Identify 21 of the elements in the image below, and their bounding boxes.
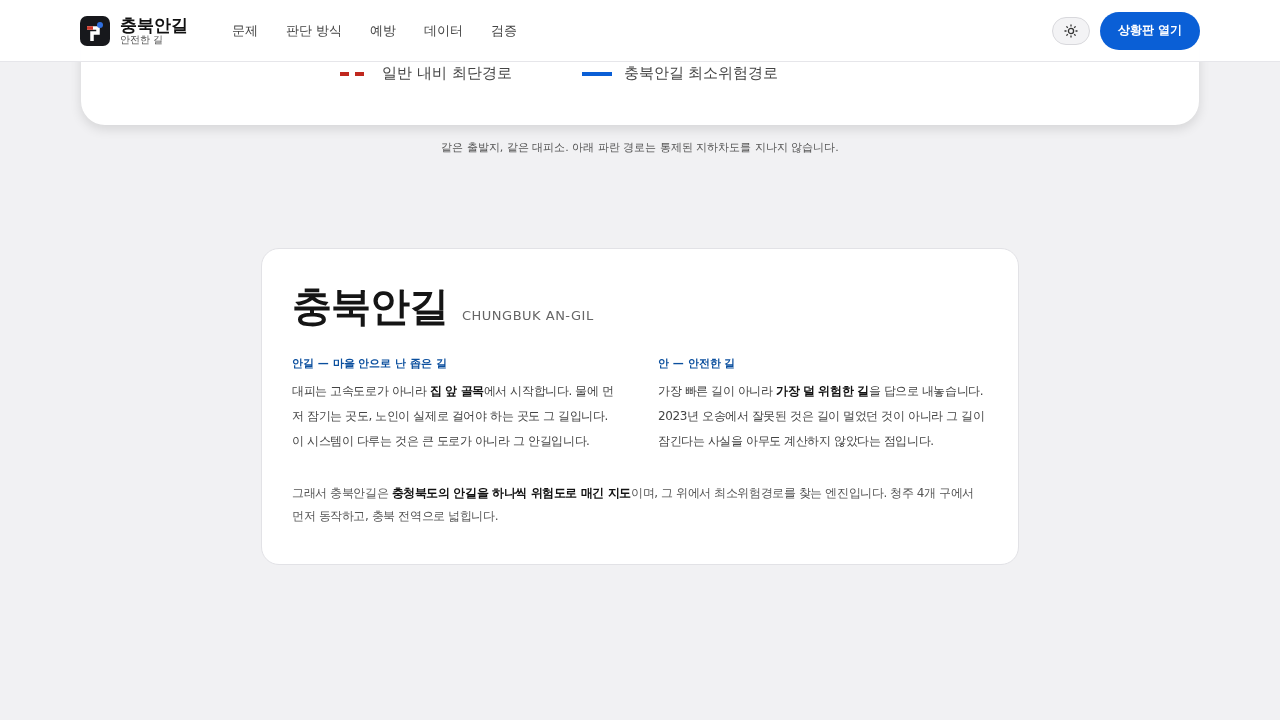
nav-link[interactable]: 예방 [370,21,397,40]
nav-link[interactable]: 검증 [491,21,518,40]
open-dashboard-button[interactable]: 상황판 열기 [1099,11,1200,50]
nav-link[interactable]: 판단 방식 [286,21,343,40]
column-heading: 안 — 안전한 길 [658,356,737,371]
sun-icon [1063,23,1078,38]
nav-link[interactable]: 문제 [232,21,258,40]
legend-label: 일반 내비 최단경로 [382,64,512,83]
column-text: 가장 빠른 길이 아니라 가장 덜 위험한 길을 답으로 내놓습니다. 2023년 오송에서 잘못된 것은 길이 멀었던 것이 아니라 그 길이 잠긴다는 사실을 아무도 계산하지 않았다는 점입니다. [658,383,986,450]
column-text: 대피는 고속도로가 아니라 집 앞 골목에서 시작합니다. 물에 먼저 잠기는 곳도, 노인이 실제로 걸어야 하는 곳도 그 길입니다. 이 시스템이 다루는 것은 큰 도로가 아니라 그 안길입니다. [292,383,615,450]
map-caption: 같은 출발지, 같은 대피소. 아래 파란 경로는 통제된 지하차도를 지나지 않습니다. [440,140,840,155]
summary-text: 그래서 충북안길은 충청북도의 안길을 하나씩 위험도로 매긴 지도이며, 그 위에서 최소위험경로를 찾는 엔진입니다. 청주 4개 구에서 먼저 동작하고, 충북 전역으로 넓힙니다. [292,485,975,525]
brand-tagline: 안전한 길 [120,34,165,46]
nav-link[interactable]: 데이터 [424,21,464,40]
about-title: 충북안길 [292,282,448,331]
legend-label: 충북안길 최소위험경로 [623,64,779,83]
about-subtitle: CHUNGBUK AN-GIL [462,308,594,323]
theme-toggle-button[interactable] [1051,16,1090,45]
logo-icon [80,15,110,46]
brand-name: 충북안길 [120,15,188,35]
column-heading: 안길 — 마을 안으로 난 좁은 길 [292,356,448,371]
